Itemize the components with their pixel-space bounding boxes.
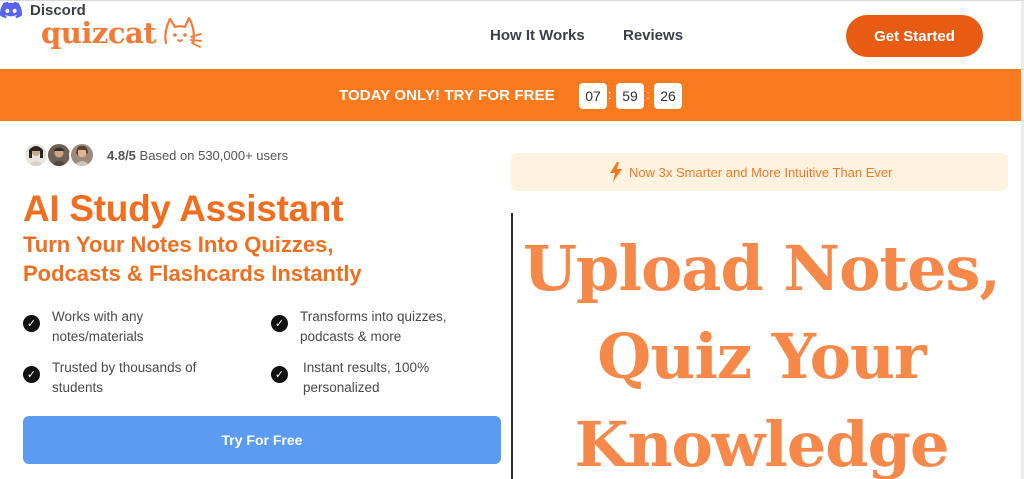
logo-text: quizcat (41, 16, 157, 50)
feature-item: ✓ Works with any notes/materials (23, 307, 144, 347)
rating-text: Based on 530,000+ users (139, 148, 289, 163)
discord-icon (0, 1, 22, 19)
feature-line: notes/materials (52, 329, 144, 344)
feature-line: personalized (303, 380, 380, 395)
hero-subtitle: Turn Your Notes Into Quizzes, Podcasts &… (23, 230, 493, 288)
announcement-pill: Now 3x Smarter and More Intuitive Than E… (511, 153, 1008, 191)
hero-subtitle-line: Turn Your Notes Into Quizzes, (23, 232, 334, 257)
feature-item: ✓ Instant results, 100% personalized (271, 358, 429, 398)
try-for-free-button[interactable]: Try For Free (23, 416, 501, 464)
lightning-bolt-icon (610, 162, 622, 182)
preview-headline: Upload Notes, Quiz Your Knowledge (513, 225, 1008, 479)
feature-line: podcasts & more (300, 329, 402, 344)
rating-score: 4.8/5 (107, 148, 136, 163)
timer-hours: 07 (579, 83, 607, 109)
promo-banner: TODAY ONLY! TRY FOR FREE (0, 69, 1021, 121)
feature-line: students (52, 380, 104, 395)
timer-minutes: 59 (616, 83, 644, 109)
hero-title: AI Study Assistant (23, 188, 344, 229)
avatar (69, 142, 95, 168)
feature-text: Instant results, 100% personalized (303, 358, 429, 398)
preview-line: Upload Notes, (522, 232, 1001, 305)
feature-line: Transforms into quizzes, (300, 309, 447, 324)
nav-reviews[interactable]: Reviews (623, 27, 683, 44)
video-preview[interactable]: Upload Notes, Quiz Your Knowledge (511, 213, 1008, 479)
announcement-text: Now 3x Smarter and More Intuitive Than E… (629, 165, 893, 180)
rating-summary: 4.8/5 Based on 530,000+ users (107, 148, 288, 163)
check-circle-icon: ✓ (23, 315, 40, 332)
user-avatars (23, 142, 99, 168)
preview-line: Quiz Your (597, 320, 926, 393)
get-started-button[interactable]: Get Started (846, 15, 983, 57)
feature-item: ✓ Transforms into quizzes, podcasts & mo… (271, 307, 447, 347)
promo-text: TODAY ONLY! TRY FOR FREE (339, 87, 555, 104)
site-header: quizcat How It Works Reviews Discord Get… (0, 1, 1021, 69)
feature-item: ✓ Trusted by thousands of students (23, 358, 196, 398)
timer-separator: : (608, 87, 612, 102)
feature-text: Transforms into quizzes, podcasts & more (300, 307, 447, 347)
timer-seconds: 26 (654, 83, 682, 109)
nav-how-it-works[interactable]: How It Works (490, 27, 585, 44)
check-circle-icon: ✓ (23, 366, 40, 383)
feature-text: Works with any notes/materials (52, 307, 144, 347)
feature-text: Trusted by thousands of students (52, 358, 196, 398)
hero-subtitle-line: Podcasts & Flashcards Instantly (23, 261, 362, 286)
feature-line: Works with any (52, 309, 144, 324)
cat-face-icon (164, 16, 203, 48)
check-circle-icon: ✓ (271, 366, 288, 383)
preview-line: Knowledge (574, 408, 950, 479)
feature-line: Instant results, 100% (303, 360, 430, 375)
timer-separator: : (646, 87, 650, 102)
feature-line: Trusted by thousands of (52, 360, 197, 375)
landing-page: quizcat How It Works Reviews Discord Get… (0, 0, 1024, 479)
check-circle-icon: ✓ (271, 315, 288, 332)
logo-link[interactable]: quizcat (41, 13, 203, 53)
